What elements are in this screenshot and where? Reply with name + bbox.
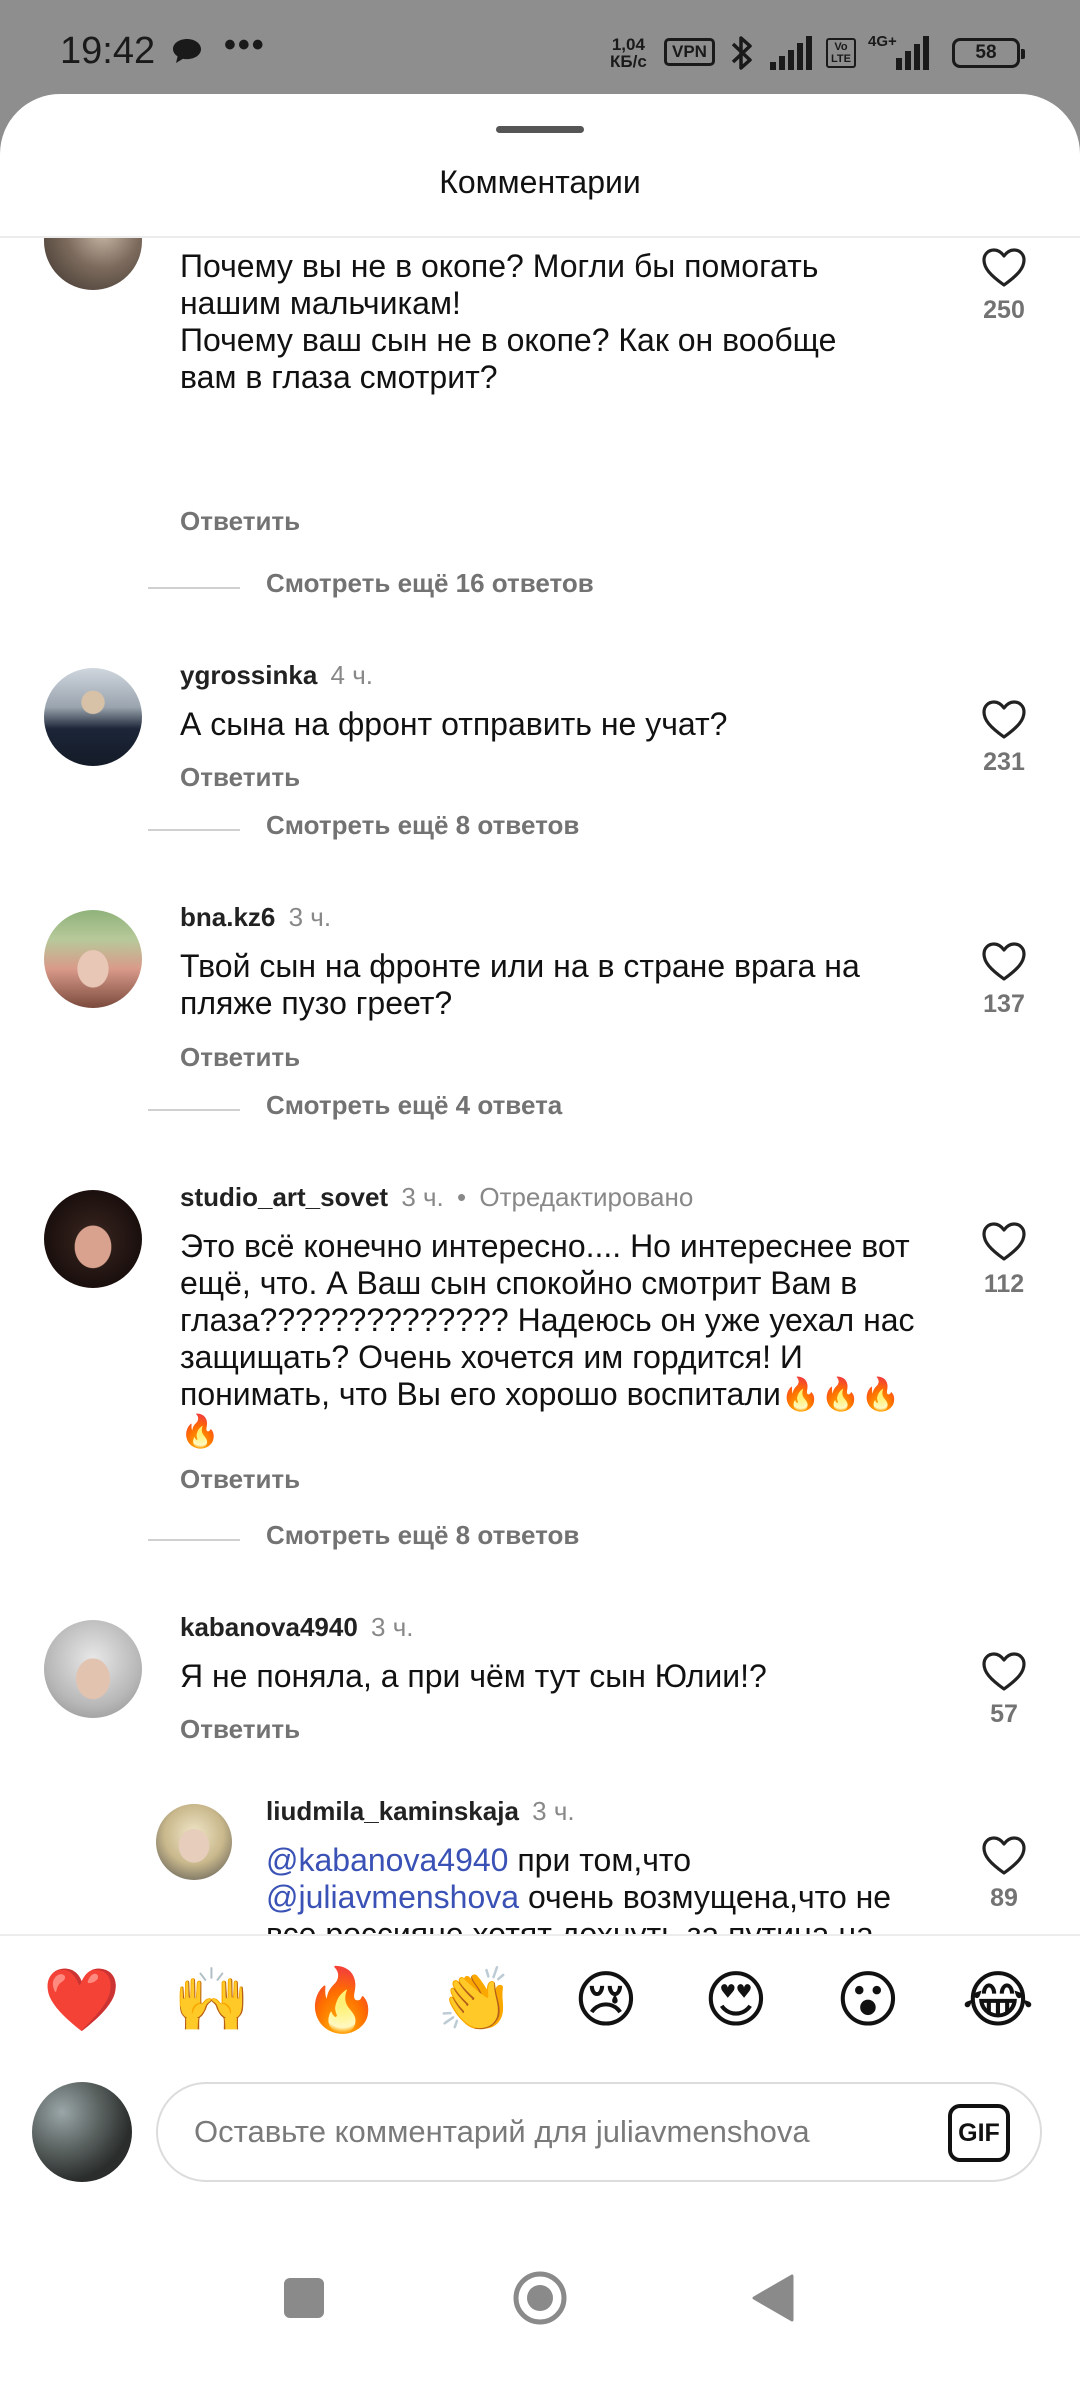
volte-badge: Vo LTE bbox=[826, 38, 856, 68]
view-more-replies-label: Смотреть ещё 4 ответа bbox=[266, 1090, 563, 1120]
avatar[interactable] bbox=[44, 1190, 142, 1288]
comment-header: liudmila_kaminskaja 3 ч. bbox=[266, 1796, 575, 1827]
divider bbox=[148, 1109, 240, 1111]
comment-text: А сына на фронт отправить не учат? bbox=[180, 706, 728, 742]
comment-time: 3 ч. bbox=[401, 1182, 444, 1212]
emoji-clap[interactable]: 👏 bbox=[436, 1960, 516, 2040]
heart-icon bbox=[982, 942, 1026, 981]
comment-text: Я не поняла, а при чём тут сын Юлии!? bbox=[180, 1658, 767, 1694]
view-more-replies-label: Смотреть ещё 8 ответов bbox=[266, 1520, 580, 1550]
username[interactable]: bna.kz6 bbox=[180, 902, 275, 932]
avatar[interactable] bbox=[44, 668, 142, 766]
comment-composer: Оставьте комментарий для juliavmenshova … bbox=[0, 2064, 1080, 2214]
reply-button[interactable]: Ответить bbox=[180, 762, 300, 793]
reply-button[interactable]: Ответить bbox=[180, 506, 300, 537]
chat-bubble-icon bbox=[173, 39, 201, 63]
signal-icon bbox=[770, 36, 812, 70]
input-placeholder: Оставьте комментарий для juliavmenshova bbox=[194, 2114, 810, 2149]
comment-time: 3 ч. bbox=[532, 1796, 575, 1826]
heart-icon bbox=[982, 1836, 1026, 1875]
back-icon[interactable] bbox=[752, 2274, 794, 2322]
heart-icon bbox=[982, 1652, 1026, 1691]
view-more-replies-label: Смотреть ещё 16 ответов bbox=[266, 568, 594, 598]
gif-button[interactable]: GIF bbox=[948, 2104, 1010, 2162]
bluetooth-icon bbox=[731, 36, 752, 70]
emoji-laughing[interactable]: 😂 bbox=[958, 1960, 1038, 2040]
home-icon[interactable] bbox=[512, 2270, 568, 2326]
avatar bbox=[32, 2082, 132, 2182]
comment-input[interactable]: Оставьте комментарий для juliavmenshova … bbox=[156, 2082, 1042, 2182]
vpn-badge: VPN bbox=[664, 38, 715, 66]
system-nav-bar bbox=[0, 2214, 1080, 2400]
like-count: 57 bbox=[990, 1700, 1018, 1728]
comment-text: Почему вы не в окопе? Могли бы помогать … bbox=[180, 248, 837, 395]
like-button[interactable]: 231 bbox=[964, 700, 1044, 777]
heart-icon bbox=[982, 700, 1026, 739]
comment-header: bna.kz6 3 ч. bbox=[180, 902, 331, 933]
emoji-heart[interactable]: ❤️ bbox=[42, 1960, 122, 2040]
comment-time: 4 ч. bbox=[330, 660, 373, 690]
like-button[interactable]: 57 bbox=[964, 1652, 1044, 1729]
comment-text: Это всё конечно интересно.... Но интерес… bbox=[180, 1228, 924, 1449]
comment-header: studio_art_sovet 3 ч. • Отредактировано bbox=[180, 1182, 693, 1213]
username[interactable]: liudmila_kaminskaja bbox=[266, 1796, 519, 1826]
emoji-fire[interactable]: 🔥 bbox=[302, 1960, 382, 2040]
username[interactable]: studio_art_sovet bbox=[180, 1182, 388, 1212]
net-speed: 1,04 КБ/с bbox=[610, 35, 647, 71]
avatar[interactable] bbox=[44, 238, 142, 290]
battery-indicator: 58 bbox=[952, 38, 1025, 68]
emoji-crying[interactable]: 😢 bbox=[566, 1960, 646, 2040]
divider bbox=[148, 1539, 240, 1541]
mention-link[interactable]: @juliavmenshova bbox=[266, 1879, 519, 1915]
separator-dot: • bbox=[457, 1182, 467, 1212]
avatar[interactable] bbox=[156, 1804, 232, 1880]
view-more-replies-label: Смотреть ещё 8 ответов bbox=[266, 810, 580, 840]
emoji-raised-hands[interactable]: 🙌 bbox=[172, 1960, 252, 2040]
signal-icon bbox=[896, 36, 929, 70]
like-button[interactable]: 112 bbox=[964, 1222, 1044, 1299]
comment-text: Твой сын на фронте или на в стране врага… bbox=[180, 948, 869, 1021]
recent-apps-icon[interactable] bbox=[284, 2278, 324, 2318]
drag-handle[interactable] bbox=[496, 126, 584, 133]
like-count: 137 bbox=[983, 990, 1025, 1018]
heart-icon bbox=[982, 1222, 1026, 1261]
reply-button[interactable]: Ответить bbox=[180, 1464, 300, 1495]
status-time: 19:42 bbox=[60, 30, 156, 72]
like-count: 112 bbox=[983, 1270, 1025, 1298]
avatar[interactable] bbox=[44, 1620, 142, 1718]
comment-time: 3 ч. bbox=[371, 1612, 414, 1642]
comment-header: ygrossinka 4 ч. bbox=[180, 660, 373, 691]
sheet-title: Комментарии bbox=[439, 164, 641, 200]
like-count: 89 bbox=[990, 1884, 1018, 1912]
like-count: 231 bbox=[983, 748, 1025, 776]
username[interactable]: kabanova4940 bbox=[180, 1612, 358, 1642]
status-bar: 19:42 ••• 1,04 КБ/с VPN Vo LTE 4G+ 58 bbox=[0, 0, 1080, 100]
heart-icon bbox=[982, 248, 1026, 287]
emoji-surprised[interactable]: 😮 bbox=[828, 1960, 908, 2040]
emoji-bar: ❤️ 🙌 🔥 👏 😢 😍 😮 😂 bbox=[0, 1934, 1080, 2064]
divider bbox=[148, 587, 240, 589]
more-dots-icon: ••• bbox=[224, 26, 266, 64]
edited-label: Отредактировано bbox=[479, 1182, 694, 1212]
username[interactable]: ygrossinka bbox=[180, 660, 317, 690]
comments-list[interactable]: Почему вы не в окопе? Могли бы помогать … bbox=[0, 238, 1080, 2029]
avatar[interactable] bbox=[44, 910, 142, 1008]
like-button[interactable]: 89 bbox=[964, 1836, 1044, 1913]
like-count: 250 bbox=[983, 296, 1025, 324]
like-button[interactable]: 250 bbox=[964, 248, 1044, 325]
comment-time: 3 ч. bbox=[288, 902, 332, 932]
emoji-heart-eyes[interactable]: 😍 bbox=[696, 1960, 776, 2040]
reply-button[interactable]: Ответить bbox=[180, 1042, 300, 1073]
like-button[interactable]: 137 bbox=[964, 942, 1044, 1019]
divider bbox=[148, 829, 240, 831]
mention-link[interactable]: @kabanova4940 bbox=[266, 1842, 508, 1878]
reply-button[interactable]: Ответить bbox=[180, 1714, 300, 1745]
network-type: 4G+ bbox=[868, 33, 897, 50]
comment-header: kabanova4940 3 ч. bbox=[180, 1612, 413, 1643]
